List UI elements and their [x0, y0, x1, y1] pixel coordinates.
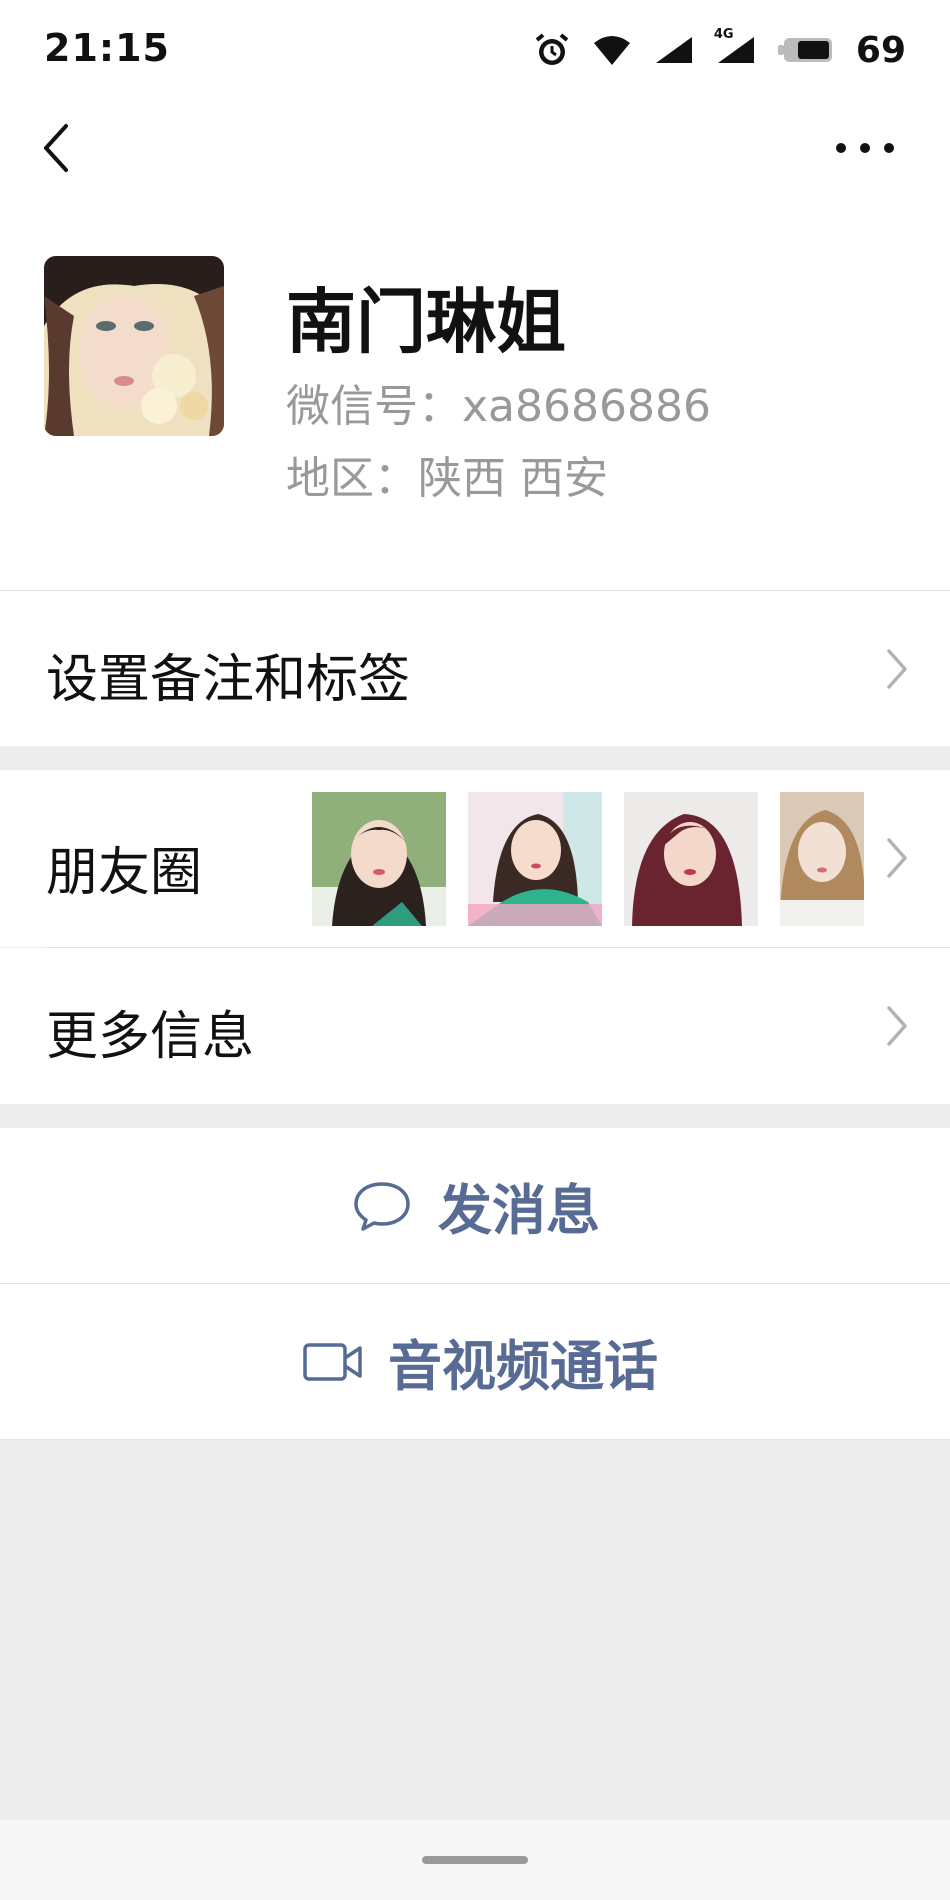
video-call-label: 音视频通话 [388, 1335, 658, 1398]
divider [0, 1439, 950, 1440]
moments-thumbnail [312, 792, 446, 926]
signal-4g-icon: 4G [714, 27, 756, 65]
home-indicator[interactable] [422, 1856, 528, 1864]
chevron-left-icon [44, 124, 68, 172]
status-icons: 4G 69 [534, 27, 906, 72]
chat-bubble-icon [354, 1181, 410, 1231]
chevron-right-icon [887, 649, 907, 689]
battery-percent: 69 [855, 29, 906, 71]
more-info-row[interactable]: 更多信息 [0, 948, 950, 1104]
chevron-right-icon [887, 838, 907, 878]
status-bar: 21:15 4G 69 [0, 0, 950, 100]
system-nav-bar [0, 1820, 950, 1900]
more-button[interactable] [830, 118, 900, 178]
set-remark-label: 设置备注和标签 [46, 650, 411, 710]
moments-row[interactable]: 朋友圈 [0, 770, 950, 947]
nickname: 南门琳姐 [286, 281, 566, 363]
more-dots-icon [836, 143, 894, 153]
region: 地区：陕西 西安 [286, 453, 608, 504]
moments-thumbnail [468, 792, 602, 926]
status-time: 21:15 [44, 26, 170, 70]
alarm-icon [534, 32, 570, 68]
set-remark-row[interactable]: 设置备注和标签 [0, 591, 950, 746]
wifi-icon [592, 33, 632, 67]
moments-thumbnail [780, 792, 864, 926]
video-call-button[interactable]: 音视频通话 [0, 1284, 950, 1439]
network-type-label: 4G [713, 27, 734, 42]
back-button[interactable] [30, 118, 90, 178]
send-message-button[interactable]: 发消息 [0, 1128, 950, 1283]
moments-label: 朋友圈 [46, 843, 203, 903]
avatar[interactable] [44, 256, 224, 436]
chevron-right-icon [887, 1006, 907, 1046]
nav-bar [0, 100, 950, 210]
send-message-label: 发消息 [438, 1179, 600, 1242]
profile-header: 南门琳姐 微信号：xa8686886 地区：陕西 西安 [0, 210, 950, 590]
wechat-id: 微信号：xa8686886 [286, 381, 711, 432]
more-info-label: 更多信息 [46, 1007, 255, 1067]
moments-thumbnail [624, 792, 758, 926]
moments-thumbnails [312, 792, 864, 926]
video-camera-icon [303, 1342, 362, 1381]
signal-icon [654, 35, 694, 65]
battery-icon [777, 36, 834, 64]
